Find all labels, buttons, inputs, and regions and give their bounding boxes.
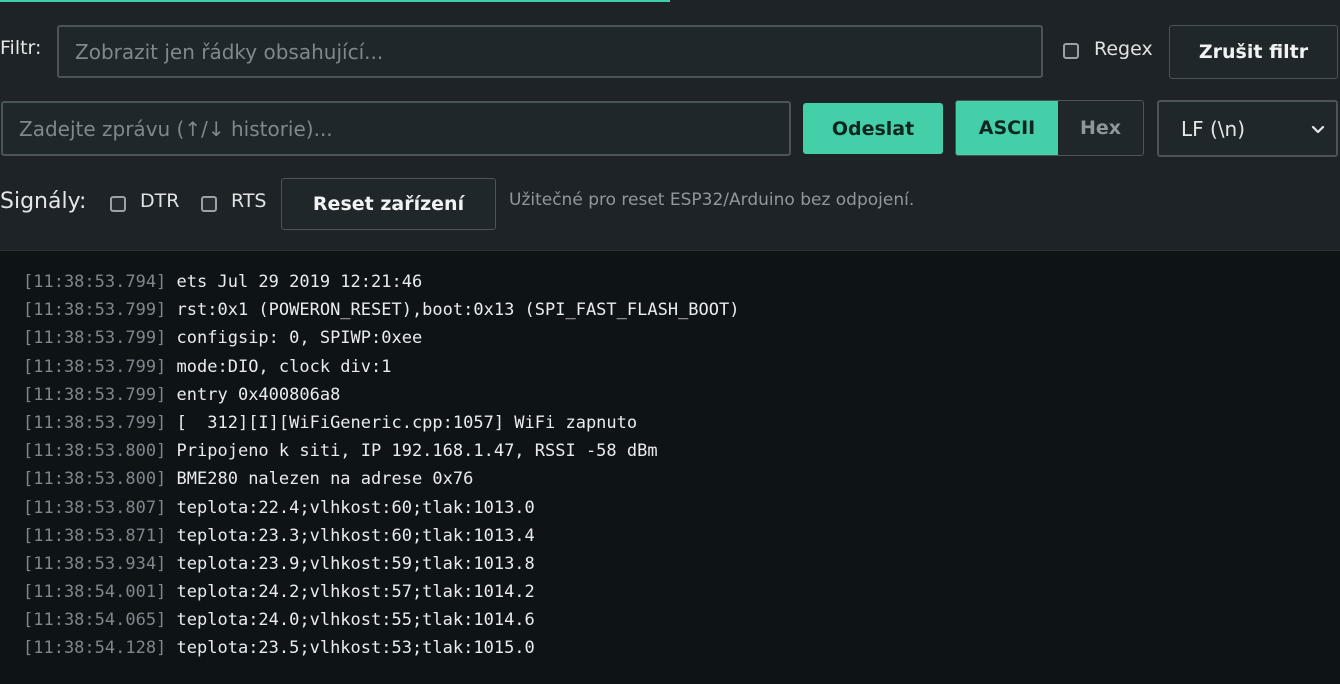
line-ending-select[interactable]: LF (\n) [1157,100,1338,157]
rts-checkbox[interactable] [201,196,217,212]
log-timestamp: [11:38:53.799] [23,356,167,377]
log-message: teplota:22.4;vlhkost:60;tlak:1013.0 [176,497,535,518]
log-message: configsip: 0, SPIWP:0xee [176,328,423,349]
rts-label: RTS [231,190,267,212]
mode-ascii-button[interactable]: ASCII [956,101,1058,155]
serial-log[interactable]: [11:38:53.794] ets Jul 29 2019 12:21:46[… [0,250,1340,684]
log-timestamp: [11:38:53.794] [23,272,167,292]
progress-bar [0,0,1340,2]
log-timestamp: [11:38:53.800] [23,469,167,490]
signals-label: Signály: [0,189,87,214]
log-message: [ 312][I][WiFiGeneric.cpp:1057] WiFi zap… [176,412,638,433]
log-timestamp: [11:38:54.128] [23,638,167,659]
log-line: [11:38:54.001] teplota:24.2;vlhkost:57;t… [0,578,1340,606]
reset-device-button[interactable]: Reset zařízení [281,178,496,230]
log-message: mode:DIO, clock div:1 [176,356,392,377]
log-timestamp: [11:38:53.807] [23,497,167,518]
log-line: [11:38:53.799] rst:0x1 (POWERON_RESET),b… [0,296,1340,324]
send-button[interactable]: Odeslat [803,103,943,154]
log-timestamp: [11:38:54.065] [23,610,167,631]
log-message: Pripojeno k siti, IP 192.168.1.47, RSSI … [176,441,658,462]
log-line: [11:38:53.799] configsip: 0, SPIWP:0xee [0,324,1340,352]
log-timestamp: [11:38:53.800] [23,441,167,462]
log-timestamp: [11:38:53.799] [23,300,167,321]
log-line: [11:38:54.065] teplota:24.0;vlhkost:55;t… [0,606,1340,634]
log-message: teplota:23.3;vlhkost:60;tlak:1013.4 [176,525,535,546]
dtr-checkbox[interactable] [110,196,126,212]
reset-hint: Užitečné pro reset ESP32/Arduino bez odp… [509,190,915,210]
regex-checkbox[interactable] [1063,43,1079,59]
filter-input[interactable] [57,25,1043,78]
log-line: [11:38:54.128] teplota:23.5;vlhkost:53;t… [0,634,1340,662]
message-input[interactable] [1,101,791,156]
log-message: teplota:23.9;vlhkost:59;tlak:1013.8 [176,553,535,574]
log-message: teplota:23.5;vlhkost:53;tlak:1015.0 [176,638,535,659]
log-message: teplota:24.2;vlhkost:57;tlak:1014.2 [176,582,535,603]
log-timestamp: [11:38:54.001] [23,582,167,603]
filter-label: Filtr: [0,37,42,59]
log-timestamp: [11:38:53.799] [23,328,167,349]
log-message: rst:0x1 (POWERON_RESET),boot:0x13 (SPI_F… [176,300,740,321]
mode-toggle: ASCII Hex [955,100,1144,156]
log-timestamp: [11:38:53.934] [23,553,167,574]
mode-hex-button[interactable]: Hex [1058,101,1143,155]
log-message: teplota:24.0;vlhkost:55;tlak:1014.6 [176,610,535,631]
log-message: entry 0x400806a8 [176,384,341,405]
log-line: [11:38:53.799] entry 0x400806a8 [0,381,1340,409]
regex-label: Regex [1094,38,1153,60]
log-line: [11:38:53.799] mode:DIO, clock div:1 [0,353,1340,381]
log-line: [11:38:53.800] Pripojeno k siti, IP 192.… [0,437,1340,465]
progress-bar-fill [0,0,670,2]
log-message: ets Jul 29 2019 12:21:46 [176,272,423,292]
log-timestamp: [11:38:53.871] [23,525,167,546]
chevron-down-icon [1311,125,1325,133]
log-line: [11:38:53.794] ets Jul 29 2019 12:21:46 [0,268,1340,296]
line-ending-value: LF (\n) [1181,116,1246,141]
log-timestamp: [11:38:53.799] [23,384,167,405]
log-line: [11:38:53.807] teplota:22.4;vlhkost:60;t… [0,494,1340,522]
log-line: [11:38:53.799] [ 312][I][WiFiGeneric.cpp… [0,409,1340,437]
clear-filter-button[interactable]: Zrušit filtr [1169,25,1338,79]
log-message: BME280 nalezen na adrese 0x76 [176,469,474,490]
log-line: [11:38:53.934] teplota:23.9;vlhkost:59;t… [0,550,1340,578]
log-line: [11:38:53.871] teplota:23.3;vlhkost:60;t… [0,522,1340,550]
dtr-label: DTR [140,190,180,212]
log-timestamp: [11:38:53.799] [23,412,167,433]
log-line: [11:38:53.800] BME280 nalezen na adrese … [0,465,1340,493]
